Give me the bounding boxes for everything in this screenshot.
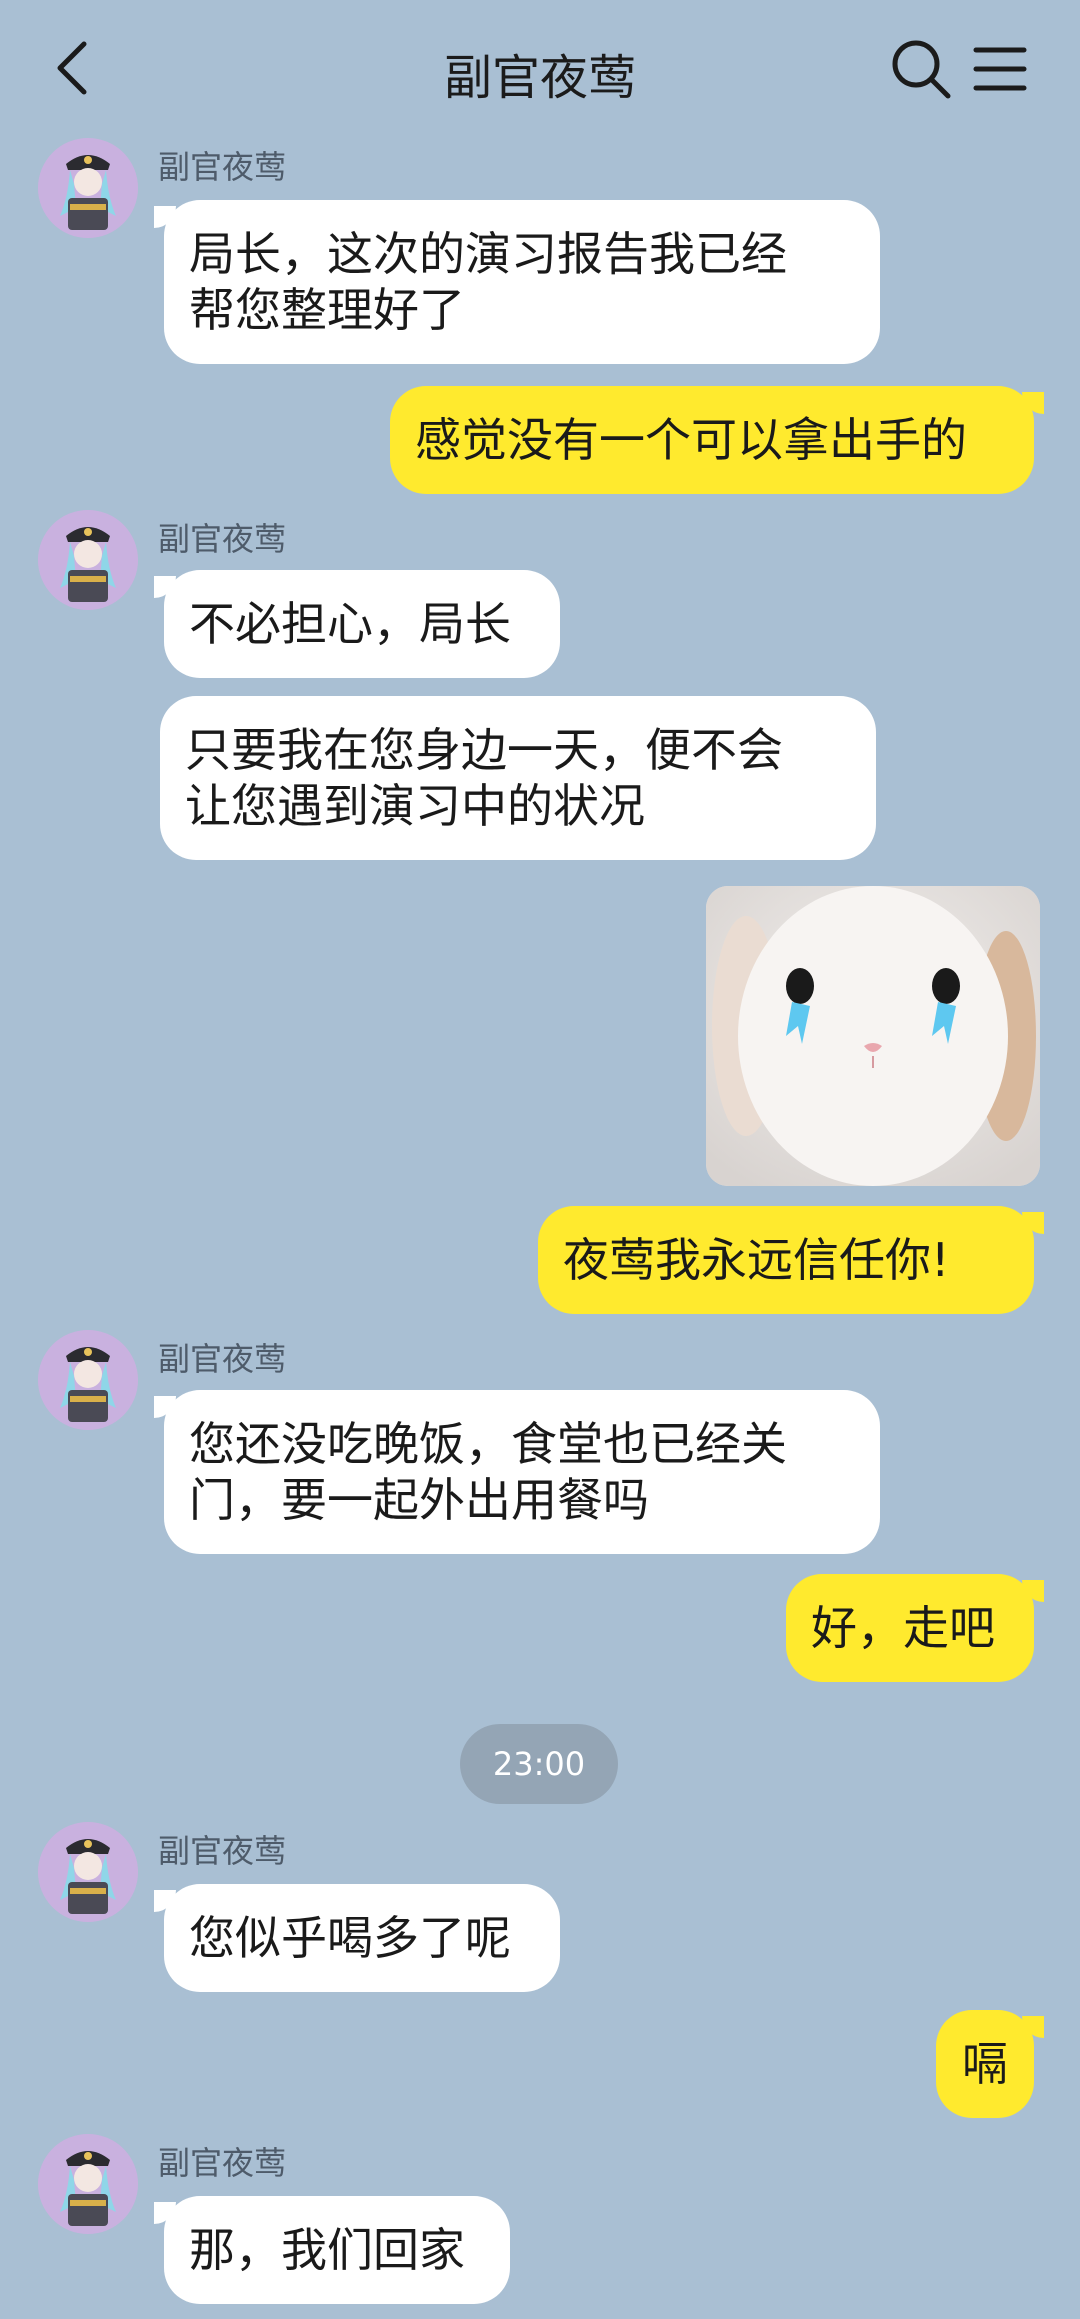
avatar-character-icon: [38, 1330, 138, 1430]
sender-name: 副官夜莺: [158, 2144, 287, 2182]
sender-name: 副官夜莺: [158, 520, 287, 558]
message-line: 好，走吧: [811, 1601, 995, 1655]
image-message[interactable]: [706, 886, 1040, 1186]
message-bubble[interactable]: 感觉没有一个可以拿出手的: [390, 386, 1044, 494]
message-line: 局长，这次的演习报告我已经: [189, 227, 787, 281]
message-line: 您还没吃晚饭，食堂也已经关: [189, 1417, 787, 1471]
message-line: 让您遇到演习中的状况: [185, 779, 645, 833]
avatar-character-icon: [38, 138, 138, 238]
avatar[interactable]: [38, 1822, 138, 1922]
avatar-character-icon: [38, 1822, 138, 1922]
message-line: 嗝: [962, 2037, 1008, 2091]
message-bubble[interactable]: 只要我在您身边一天，便不会 让您遇到演习中的状况: [160, 696, 876, 860]
message-line: 您似乎喝多了呢: [189, 1911, 511, 1965]
timestamp-pill: 23:00: [460, 1724, 618, 1804]
sender-name: 副官夜莺: [158, 148, 287, 186]
message-line: 门，要一起外出用餐吗: [189, 1473, 649, 1527]
message-bubble[interactable]: 嗝: [936, 2010, 1044, 2118]
message-line: 那，我们回家: [189, 2223, 465, 2277]
message-line: 夜莺我永远信任你!: [563, 1233, 950, 1287]
menu-button[interactable]: [972, 44, 1028, 94]
crying-bunny-sticker-icon: [706, 886, 1040, 1186]
message-line: 帮您整理好了: [189, 283, 465, 337]
message-bubble[interactable]: 不必担心，局长: [164, 570, 560, 678]
avatar-character-icon: [38, 2134, 138, 2234]
menu-icon: [973, 47, 1027, 91]
avatar[interactable]: [38, 1330, 138, 1430]
message-bubble[interactable]: 夜莺我永远信任你!: [538, 1206, 1044, 1314]
sender-name: 副官夜莺: [158, 1340, 287, 1378]
message-line: 不必担心，局长: [189, 597, 511, 651]
message-bubble[interactable]: 那，我们回家: [164, 2196, 510, 2304]
message-bubble[interactable]: 您还没吃晚饭，食堂也已经关 门，要一起外出用餐吗: [164, 1390, 880, 1554]
sender-name: 副官夜莺: [158, 1832, 287, 1870]
message-bubble[interactable]: 局长，这次的演习报告我已经 帮您整理好了: [164, 200, 880, 364]
search-icon: [892, 40, 951, 99]
avatar[interactable]: [38, 2134, 138, 2234]
avatar-character-icon: [38, 510, 138, 610]
avatar[interactable]: [38, 510, 138, 610]
search-button[interactable]: [890, 38, 952, 100]
avatar[interactable]: [38, 138, 138, 238]
message-bubble[interactable]: 您似乎喝多了呢: [164, 1884, 560, 1992]
message-line: 只要我在您身边一天，便不会: [185, 723, 783, 777]
message-bubble[interactable]: 好，走吧: [786, 1574, 1044, 1682]
message-line: 感觉没有一个可以拿出手的: [415, 413, 967, 467]
